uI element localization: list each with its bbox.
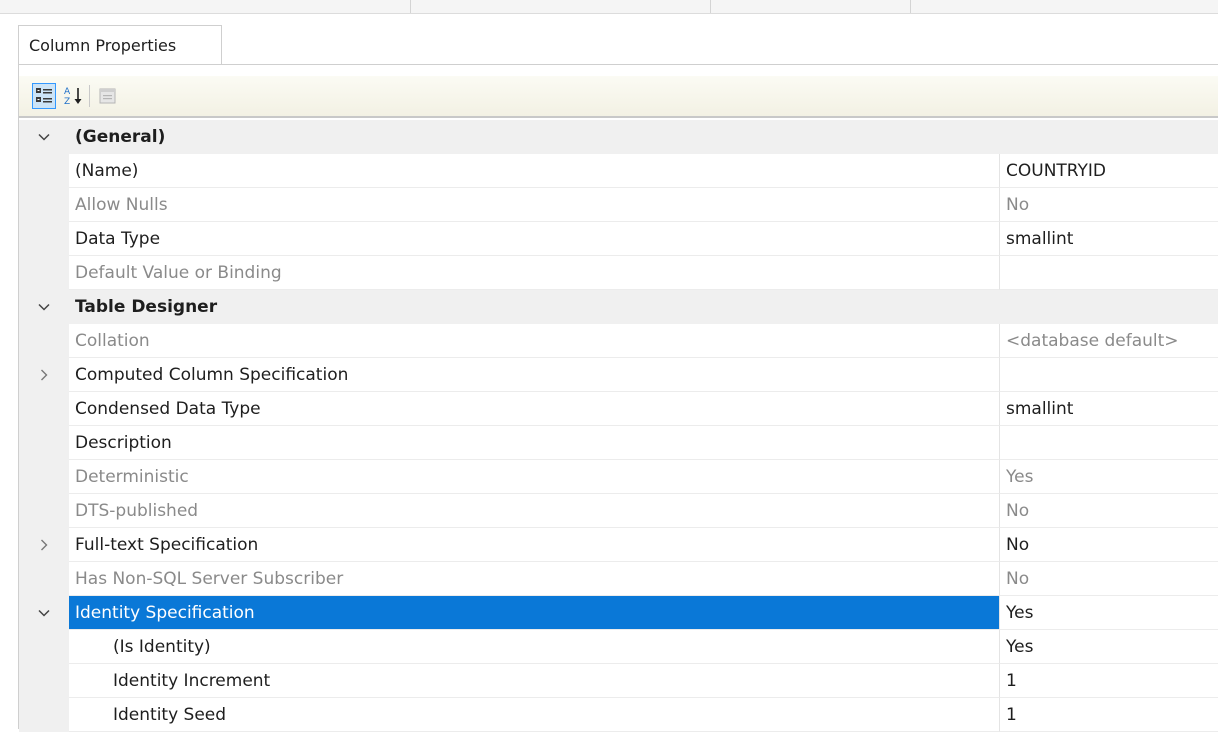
chevron-right-icon: [41, 369, 48, 381]
expand-toggle[interactable]: [19, 528, 69, 562]
property-label: Collation: [69, 324, 999, 358]
row-gutter: [19, 698, 69, 732]
category-table-designer[interactable]: Table Designer: [19, 290, 1218, 324]
row-gutter: [19, 154, 69, 188]
property-pages-icon: [99, 88, 116, 104]
property-label: Condensed Data Type: [69, 392, 999, 426]
row-gutter: [19, 256, 69, 290]
column-divider: [910, 0, 911, 13]
property-value: Yes: [999, 460, 1218, 494]
property-row-description[interactable]: Description: [19, 426, 1218, 460]
category-label: Table Designer: [69, 290, 999, 324]
chevron-right-icon: [41, 539, 48, 551]
sort-alphabetical-icon: A Z: [64, 87, 82, 107]
row-gutter: [19, 392, 69, 426]
property-label: Identity Increment: [69, 664, 999, 698]
chevron-down-icon: [38, 133, 50, 141]
alphabetical-button[interactable]: A Z: [62, 83, 86, 109]
property-label: Description: [69, 426, 999, 460]
property-value: [999, 256, 1218, 290]
row-gutter: [19, 222, 69, 256]
chevron-down-icon: [38, 303, 50, 311]
property-grid-toolbar: A Z: [19, 76, 1218, 118]
category-value: [999, 120, 1218, 154]
property-label: Identity Specification: [69, 596, 999, 630]
expand-toggle[interactable]: [19, 358, 69, 392]
svg-text:Z: Z: [64, 97, 70, 107]
property-label: Data Type: [69, 222, 999, 256]
category-label: (General): [69, 120, 999, 154]
property-row-dts-published[interactable]: DTS-published No: [19, 494, 1218, 528]
property-value: No: [999, 562, 1218, 596]
property-row-computed-column[interactable]: Computed Column Specification: [19, 358, 1218, 392]
property-label: Has Non-SQL Server Subscriber: [69, 562, 999, 596]
categorized-icon: [36, 88, 52, 103]
property-value[interactable]: 1: [999, 664, 1218, 698]
property-label: Deterministic: [69, 460, 999, 494]
property-row-default-value[interactable]: Default Value or Binding: [19, 256, 1218, 290]
property-grid: (General) (Name) COUNTRYID Allow Nulls N…: [19, 120, 1218, 732]
property-value[interactable]: [999, 426, 1218, 460]
expand-toggle[interactable]: [19, 596, 69, 630]
category-general[interactable]: (General): [19, 120, 1218, 154]
row-gutter: [19, 324, 69, 358]
property-row-is-identity[interactable]: (Is Identity) Yes: [19, 630, 1218, 664]
property-label: (Name): [69, 154, 999, 188]
row-gutter: [19, 460, 69, 494]
category-value: [999, 290, 1218, 324]
property-row-collation[interactable]: Collation <database default>: [19, 324, 1218, 358]
property-value[interactable]: smallint: [999, 222, 1218, 256]
property-value[interactable]: No: [999, 528, 1218, 562]
row-gutter: [19, 630, 69, 664]
property-value[interactable]: COUNTRYID: [999, 154, 1218, 188]
property-value[interactable]: smallint: [999, 392, 1218, 426]
property-value[interactable]: [999, 358, 1218, 392]
property-value[interactable]: Yes: [999, 630, 1218, 664]
chevron-down-icon: [38, 609, 50, 617]
row-gutter: [19, 426, 69, 460]
row-gutter: [19, 188, 69, 222]
property-label: Allow Nulls: [69, 188, 999, 222]
row-gutter: [19, 562, 69, 596]
row-gutter: [19, 494, 69, 528]
categorized-button[interactable]: [32, 83, 56, 109]
property-row-allow-nulls[interactable]: Allow Nulls No: [19, 188, 1218, 222]
property-row-full-text[interactable]: Full-text Specification No: [19, 528, 1218, 562]
property-row-identity-specification[interactable]: Identity Specification Yes: [19, 596, 1218, 630]
top-strip: [0, 0, 1218, 14]
property-row-identity-seed[interactable]: Identity Seed 1: [19, 698, 1218, 732]
property-pages-button[interactable]: [96, 83, 120, 109]
property-row-data-type[interactable]: Data Type smallint: [19, 222, 1218, 256]
tab-column-properties[interactable]: Column Properties: [18, 25, 222, 65]
property-label: Identity Seed: [69, 698, 999, 732]
property-value[interactable]: 1: [999, 698, 1218, 732]
property-row-non-sql-subscriber[interactable]: Has Non-SQL Server Subscriber No: [19, 562, 1218, 596]
property-label: DTS-published: [69, 494, 999, 528]
property-label: Computed Column Specification: [69, 358, 999, 392]
column-divider: [710, 0, 711, 13]
expand-toggle[interactable]: [19, 290, 69, 324]
toolbar-separator: [89, 85, 90, 107]
property-value[interactable]: Yes: [999, 596, 1218, 630]
column-divider: [410, 0, 411, 13]
row-gutter: [19, 664, 69, 698]
property-value: No: [999, 188, 1218, 222]
property-row-identity-increment[interactable]: Identity Increment 1: [19, 664, 1218, 698]
property-label: (Is Identity): [69, 630, 999, 664]
expand-toggle[interactable]: [19, 120, 69, 154]
property-value: No: [999, 494, 1218, 528]
svg-text:A: A: [64, 87, 71, 97]
property-row-deterministic[interactable]: Deterministic Yes: [19, 460, 1218, 494]
property-label: Default Value or Binding: [69, 256, 999, 290]
property-row-condensed-data-type[interactable]: Condensed Data Type smallint: [19, 392, 1218, 426]
property-row-name[interactable]: (Name) COUNTRYID: [19, 154, 1218, 188]
property-value: <database default>: [999, 324, 1218, 358]
tab-divider: [18, 64, 1218, 65]
property-label: Full-text Specification: [69, 528, 999, 562]
